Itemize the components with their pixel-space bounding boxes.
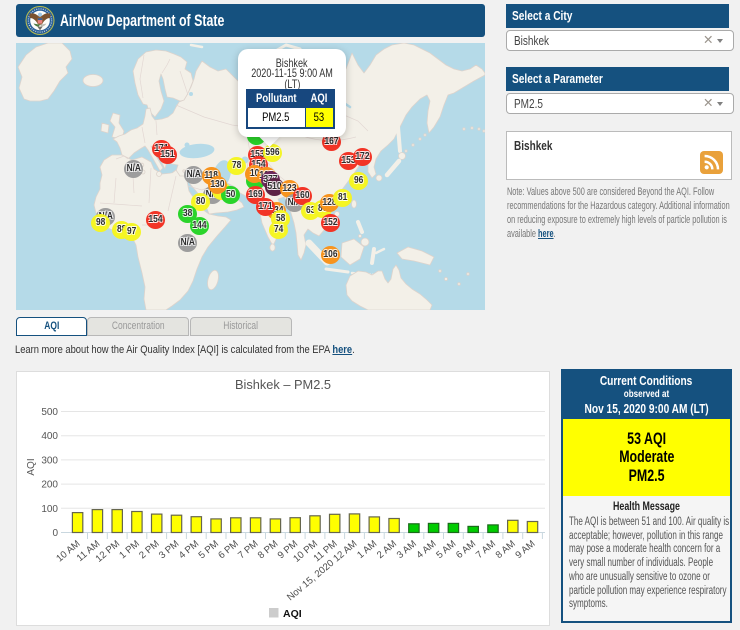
svg-text:4 AM: 4 AM bbox=[415, 538, 439, 561]
svg-text:0: 0 bbox=[52, 528, 58, 539]
svg-text:Bishkek – PM2.5: Bishkek – PM2.5 bbox=[235, 377, 331, 392]
svg-text:AQI: AQI bbox=[283, 608, 302, 620]
svg-text:100: 100 bbox=[41, 504, 58, 515]
svg-text:300: 300 bbox=[41, 455, 58, 466]
svg-text:6 PM: 6 PM bbox=[216, 538, 240, 561]
svg-text:3 PM: 3 PM bbox=[157, 538, 181, 561]
svg-text:5 AM: 5 AM bbox=[434, 538, 458, 561]
svg-text:3 AM: 3 AM bbox=[395, 538, 419, 561]
svg-text:200: 200 bbox=[41, 480, 58, 491]
svg-text:2 AM: 2 AM bbox=[375, 538, 399, 561]
svg-text:9 AM: 9 AM bbox=[513, 538, 537, 561]
svg-text:500: 500 bbox=[41, 407, 58, 418]
svg-text:1 AM: 1 AM bbox=[355, 538, 379, 561]
svg-text:1 PM: 1 PM bbox=[117, 538, 141, 561]
svg-text:4 PM: 4 PM bbox=[177, 538, 201, 561]
svg-text:7 PM: 7 PM bbox=[236, 538, 260, 561]
svg-text:400: 400 bbox=[41, 431, 58, 442]
svg-text:AQI: AQI bbox=[26, 458, 37, 475]
svg-text:5 PM: 5 PM bbox=[197, 538, 221, 561]
svg-text:8 PM: 8 PM bbox=[256, 538, 280, 561]
svg-text:2 PM: 2 PM bbox=[137, 538, 161, 561]
svg-text:7 AM: 7 AM bbox=[474, 538, 498, 561]
svg-text:8 AM: 8 AM bbox=[494, 538, 518, 561]
svg-text:6 AM: 6 AM bbox=[454, 538, 478, 561]
